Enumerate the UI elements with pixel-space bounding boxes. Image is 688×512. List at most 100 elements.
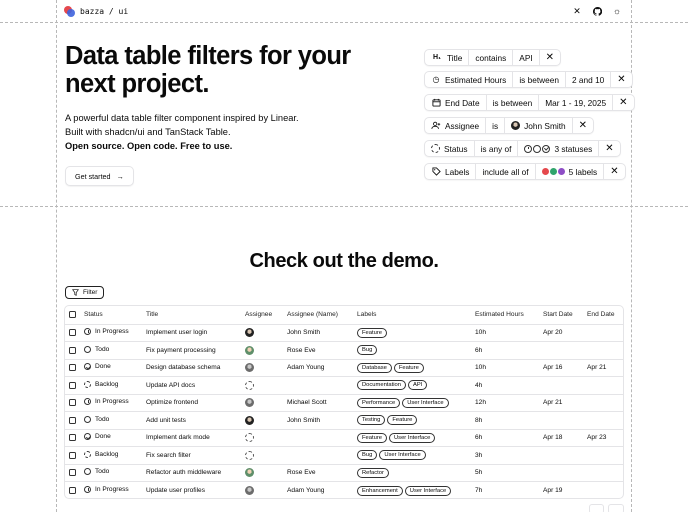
table-row[interactable]: Backlog Fix search filter Bug User Interfac… <box>65 446 623 465</box>
chip-field[interactable]: End Date <box>425 95 487 110</box>
row-checkbox[interactable] <box>69 329 76 337</box>
start-date-cell <box>539 376 583 395</box>
chip-operator[interactable]: is between <box>487 95 540 110</box>
row-checkbox[interactable] <box>69 416 76 424</box>
labels-cell: Documentation API <box>353 376 471 395</box>
chip-field[interactable]: ◷ Estimated Hours <box>425 72 514 87</box>
row-checkbox[interactable] <box>69 486 76 494</box>
label-badge: Enhancement <box>357 485 403 496</box>
label-badge: Feature <box>393 362 424 373</box>
chip-remove-close-icon[interactable]: ✕ <box>573 118 593 133</box>
avatar <box>245 415 254 425</box>
chip-value[interactable]: John Smith <box>505 118 573 133</box>
estimated-hours-cell: 10h <box>471 359 539 377</box>
get-started-button[interactable]: Get started → <box>65 166 134 186</box>
title-cell: Design database schema <box>142 359 241 377</box>
chip-operator[interactable]: include all of <box>476 164 536 179</box>
column-header-labels[interactable]: Labels <box>353 306 471 325</box>
labels-cell: Feature <box>353 324 471 342</box>
chip-remove-close-icon[interactable]: ✕ <box>613 95 633 110</box>
x-icon[interactable]: ✕ <box>572 6 582 17</box>
start-date-cell <box>539 411 583 430</box>
tag-icon <box>431 167 441 177</box>
select-all-checkbox[interactable] <box>69 311 76 319</box>
chip-operator[interactable]: contains <box>469 50 514 65</box>
column-header-estimated-hours[interactable]: Estimated Hours <box>471 306 539 325</box>
end-date-cell <box>583 394 623 412</box>
table-row[interactable]: Done Implement dark mode Feature User Inter… <box>65 429 623 447</box>
theme-toggle-icon[interactable]: ☼ <box>612 6 622 16</box>
chip-operator[interactable]: is <box>486 118 506 133</box>
label-badge: Documentation <box>357 380 406 391</box>
row-checkbox[interactable] <box>69 346 76 354</box>
column-header-title[interactable]: Title <box>142 306 241 325</box>
row-checkbox[interactable] <box>69 469 76 477</box>
status-icon <box>84 450 91 458</box>
assignee-name-cell: Adam Young <box>287 487 325 494</box>
chip-value[interactable]: 5 labels <box>536 164 605 179</box>
assignee-name-cell: John Smith <box>283 411 353 430</box>
table-row[interactable]: Todo Add unit tests John Smith Testing Featu… <box>65 411 623 430</box>
title-cell: Update user profiles <box>146 487 206 494</box>
table-footer <box>64 504 624 512</box>
end-date-cell <box>583 446 623 465</box>
avatar <box>245 328 254 338</box>
arrow-right-icon: → <box>116 171 124 181</box>
title-cell: Implement dark mode <box>142 429 241 447</box>
labels-cell: Bug User Interface <box>353 446 471 465</box>
chip-value[interactable]: API <box>513 50 540 65</box>
column-header-status[interactable]: Status <box>80 306 142 325</box>
status-cell: In Progress <box>84 486 129 493</box>
status-icon <box>84 468 91 476</box>
brand-link[interactable]: bazza / ui <box>64 5 128 17</box>
avatar <box>245 433 254 443</box>
chip-operator[interactable]: is between <box>513 72 566 87</box>
chip-remove-close-icon[interactable]: ✕ <box>599 141 619 156</box>
table-row[interactable]: In Progress Update user profiles Adam Youn… <box>65 482 623 499</box>
table-row[interactable]: In Progress Optimize frontend Michael Scot… <box>65 394 623 412</box>
status-icon <box>84 415 91 423</box>
row-checkbox[interactable] <box>69 399 76 407</box>
table-row[interactable]: Todo Refactor auth middleware Rose Eve Refa… <box>65 464 623 482</box>
chip-field[interactable]: H₁ Title <box>425 50 470 65</box>
column-header-start-date[interactable]: Start Date <box>539 306 583 325</box>
github-icon[interactable] <box>592 6 602 16</box>
chip-field[interactable]: Labels <box>425 164 477 179</box>
column-header-assignee-name[interactable]: Assignee (Name) <box>283 306 353 325</box>
status-dashed-circle-icon <box>431 144 440 153</box>
next-page-button[interactable] <box>608 504 624 512</box>
column-header-assignee[interactable]: Assignee <box>241 306 283 325</box>
title-cell: Update API docs <box>142 376 241 395</box>
row-checkbox[interactable] <box>69 434 76 442</box>
title-cell: Optimize frontend <box>142 394 241 412</box>
previous-page-button[interactable] <box>588 504 605 512</box>
chip-remove-close-icon[interactable]: ✕ <box>604 164 624 179</box>
start-date-cell: Apr 16 <box>539 359 583 377</box>
table-row[interactable]: Backlog Update API docs Documentation API 4h <box>65 376 623 395</box>
chip-remove-close-icon[interactable]: ✕ <box>611 72 631 87</box>
chip-operator[interactable]: is any of <box>475 141 519 156</box>
chip-value[interactable]: Mar 1 - 19, 2025 <box>539 95 614 110</box>
estimated-hours-cell: 6h <box>471 341 539 360</box>
column-header-end-date[interactable]: End Date <box>583 306 623 325</box>
labels-cell: Enhancement User Interface <box>353 482 471 499</box>
hero-desc-line-2: Built with shadcn/ui and TanStack Table. <box>65 127 231 137</box>
filter-button[interactable]: Filter <box>65 286 105 299</box>
filter-chip-status: Status is any of 3 statuses ✕ <box>424 140 621 157</box>
chip-value[interactable]: 2 and 10 <box>566 72 612 87</box>
chip-field[interactable]: Assignee <box>425 118 487 133</box>
row-checkbox[interactable] <box>69 451 76 459</box>
chip-remove-close-icon[interactable]: ✕ <box>540 50 560 65</box>
status-icon <box>84 486 91 493</box>
label-badge: Bug <box>357 450 378 461</box>
heading-icon: H₁ <box>433 54 441 61</box>
chip-field[interactable]: Status <box>425 141 475 156</box>
row-checkbox[interactable] <box>69 364 76 372</box>
chip-value[interactable]: 3 statuses <box>518 141 600 156</box>
table-row[interactable]: Done Design database schema Adam Young Data… <box>65 359 623 377</box>
table-row[interactable]: Todo Fix payment processing Rose Eve Bug 6h <box>65 341 623 360</box>
table-row[interactable]: In Progress Implement user login John Smit… <box>65 324 623 342</box>
data-table: Status Title Assignee Assignee (Name) La… <box>64 305 624 499</box>
row-checkbox[interactable] <box>69 381 76 389</box>
estimated-hours-cell: 4h <box>471 376 539 395</box>
